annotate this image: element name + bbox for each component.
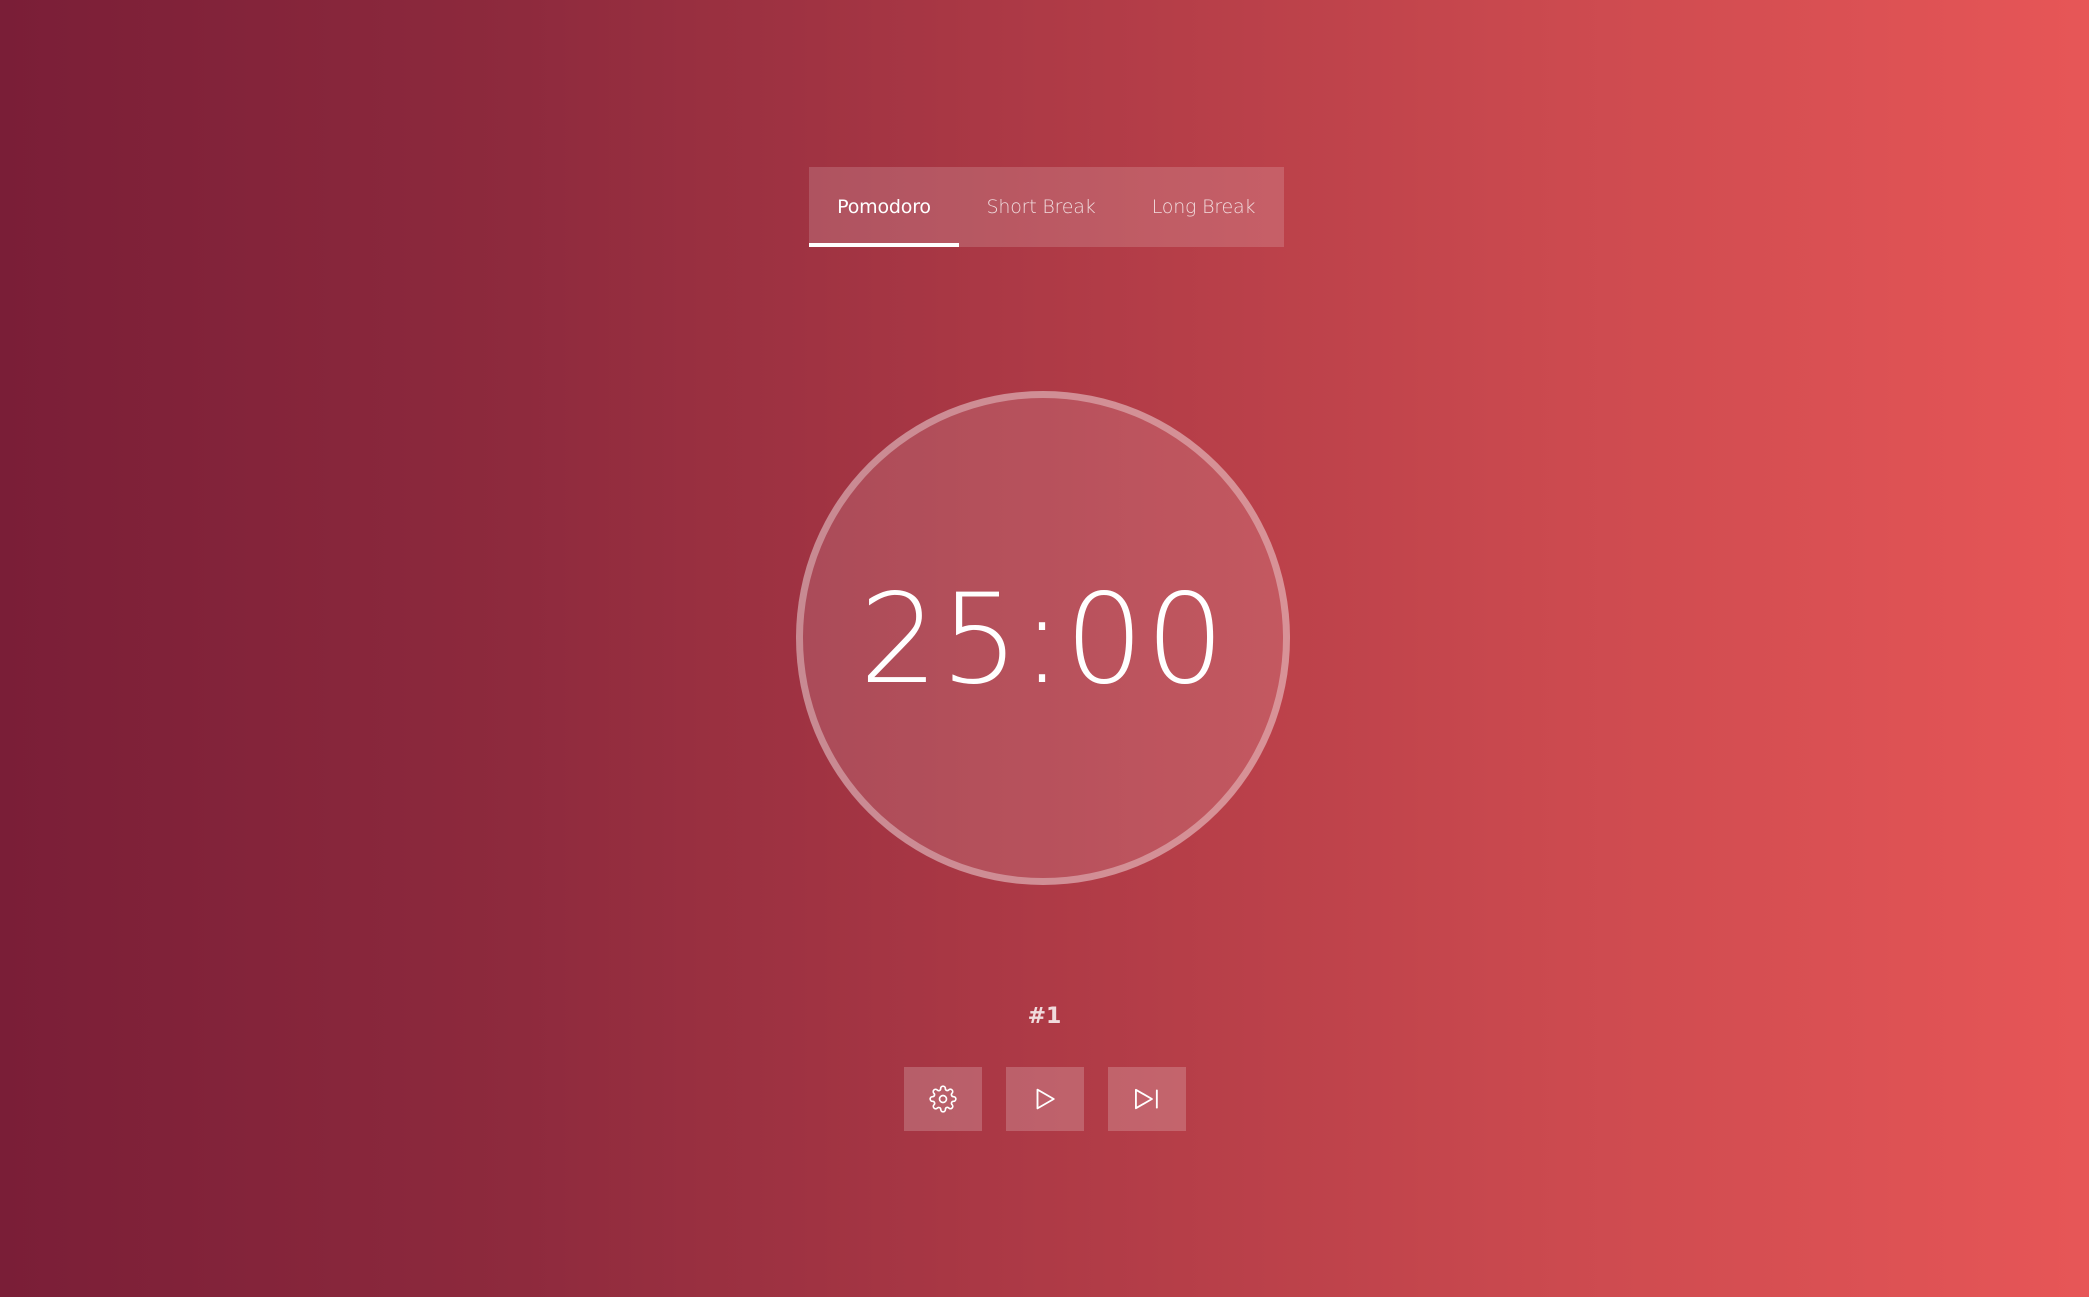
settings-button[interactable] bbox=[904, 1067, 982, 1131]
mode-tabs: Pomodoro Short Break Long Break bbox=[809, 167, 1284, 247]
session-counter: #1 bbox=[1027, 1004, 1062, 1029]
skip-forward-icon bbox=[1131, 1084, 1163, 1114]
timer-display: 25:00 bbox=[859, 568, 1227, 712]
timer-controls bbox=[904, 1067, 1186, 1131]
timer-circle: 25:00 bbox=[796, 391, 1290, 885]
tab-pomodoro[interactable]: Pomodoro bbox=[809, 167, 959, 247]
skip-button[interactable] bbox=[1108, 1067, 1186, 1131]
play-button[interactable] bbox=[1006, 1067, 1084, 1131]
gear-icon bbox=[929, 1085, 957, 1113]
tab-short-break[interactable]: Short Break bbox=[959, 167, 1123, 247]
play-icon bbox=[1030, 1084, 1060, 1114]
tab-long-break[interactable]: Long Break bbox=[1123, 167, 1284, 247]
